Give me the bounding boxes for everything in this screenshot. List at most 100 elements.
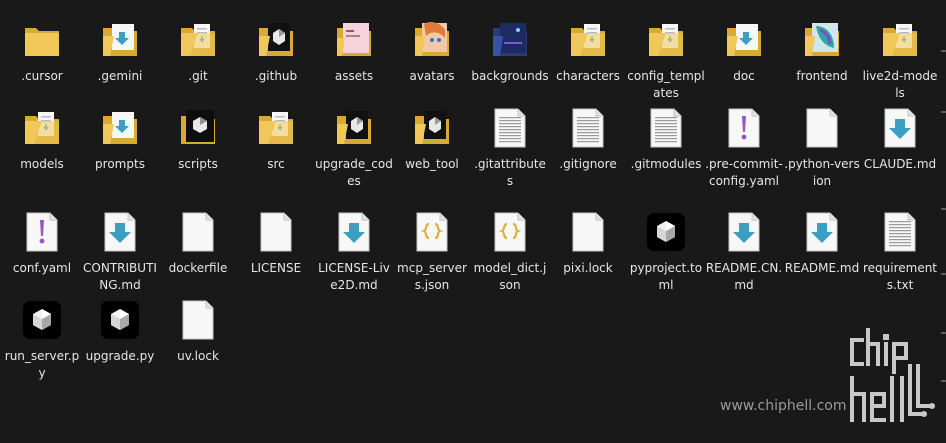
- scroll-edge-mark: [941, 273, 946, 275]
- file-label: .python-version: [784, 157, 860, 188]
- file-item-gitattributes[interactable]: .gitattributes: [471, 92, 549, 188]
- file-label: web_tool: [405, 157, 459, 171]
- file-item-live2d-models[interactable]: live2d-models: [861, 4, 939, 100]
- watermark-url: www.chiphell.com: [720, 398, 847, 414]
- file-item-frontend[interactable]: frontend: [783, 4, 861, 92]
- text-file-icon: [878, 210, 922, 254]
- file-item-assets[interactable]: assets: [315, 4, 393, 92]
- file-item-git[interactable]: .git: [159, 4, 237, 92]
- file-label: prompts: [95, 157, 145, 171]
- file-item-license[interactable]: LICENSE: [237, 196, 315, 284]
- yaml-file-icon: [20, 210, 64, 254]
- scroll-edge-mark: [941, 111, 946, 113]
- file-label: model_dict.json: [473, 261, 547, 292]
- file-item-readme-cn-md[interactable]: README.CN.md: [705, 196, 783, 292]
- folder-docs-icon: [566, 18, 610, 62]
- file-item-pre-commit-config-yaml[interactable]: .pre-commit-config.yaml: [705, 92, 783, 188]
- file-label: conf.yaml: [12, 261, 72, 275]
- file-item-gitignore[interactable]: .gitignore: [549, 92, 627, 180]
- file-label: LICENSE: [250, 261, 302, 275]
- file-label: uv.lock: [177, 349, 219, 363]
- file-item-license-live2d-md[interactable]: LICENSE-Live2D.md: [315, 196, 393, 292]
- file-label: requirements.txt: [862, 261, 938, 292]
- file-item-backgrounds[interactable]: backgrounds: [471, 4, 549, 92]
- folder-docs-icon: [878, 18, 922, 62]
- folder-github-icon: [410, 106, 454, 150]
- app-icon-icon: [98, 298, 142, 342]
- file-item-src[interactable]: src: [237, 92, 315, 180]
- file-label: .gitmodules: [630, 157, 702, 171]
- md-file-icon: [332, 210, 376, 254]
- folder-download-icon: [98, 106, 142, 150]
- file-item-avatars[interactable]: avatars: [393, 4, 471, 92]
- file-item-conf-yaml[interactable]: conf.yaml: [3, 196, 81, 284]
- scroll-edge-mark: [941, 208, 946, 210]
- file-item-run-server-py[interactable]: run_server.py: [3, 284, 81, 380]
- file-item-web-tool[interactable]: web_tool: [393, 92, 471, 180]
- blank-file-icon: [176, 210, 220, 254]
- file-item-dockerfile[interactable]: dockerfile: [159, 196, 237, 284]
- file-item-doc[interactable]: doc: [705, 4, 783, 92]
- file-label: dockerfile: [168, 261, 228, 275]
- scroll-edge-mark: [941, 380, 946, 382]
- file-grid: .cursor .gemini .git .github assets avatars ba…: [0, 0, 946, 443]
- file-label: .git: [188, 69, 208, 83]
- file-item-contributing-md[interactable]: CONTRIBUTING.md: [81, 196, 159, 292]
- text-file-icon: [488, 106, 532, 150]
- file-label: upgrade.py: [85, 349, 155, 363]
- file-label: run_server.py: [4, 349, 80, 380]
- file-item-config-templates[interactable]: config_templates: [627, 4, 705, 100]
- folder-dark-icon: [176, 106, 220, 150]
- file-label: pyproject.toml: [629, 261, 703, 292]
- blank-file-icon: [176, 298, 220, 342]
- file-item-characters[interactable]: characters: [549, 4, 627, 92]
- file-item-python-version[interactable]: .python-version: [783, 92, 861, 188]
- file-item-prompts[interactable]: prompts: [81, 92, 159, 180]
- file-item-gemini[interactable]: .gemini: [81, 4, 159, 92]
- app-icon-icon: [20, 298, 64, 342]
- md-file-icon: [800, 210, 844, 254]
- text-file-icon: [644, 106, 688, 150]
- folder-docs-icon: [644, 18, 688, 62]
- file-item-gitmodules[interactable]: .gitmodules: [627, 92, 705, 180]
- blank-file-icon: [566, 210, 610, 254]
- file-label: .gitattributes: [474, 157, 546, 188]
- file-item-github[interactable]: .github: [237, 4, 315, 92]
- blank-file-icon: [800, 106, 844, 150]
- md-file-icon: [878, 106, 922, 150]
- file-item-mcp-servers-json[interactable]: mcp_servers.json: [393, 196, 471, 292]
- file-label: .github: [254, 69, 298, 83]
- folder-download-icon: [98, 18, 142, 62]
- file-label: README.CN.md: [705, 261, 783, 292]
- file-item-scripts[interactable]: scripts: [159, 92, 237, 180]
- file-label: src: [267, 157, 285, 171]
- file-item-model-dict-json[interactable]: model_dict.json: [471, 196, 549, 292]
- file-item-upgrade-codes[interactable]: upgrade_codes: [315, 92, 393, 188]
- file-item-readme-md[interactable]: README.md: [783, 196, 861, 284]
- file-label: mcp_servers.json: [397, 261, 467, 292]
- file-label: upgrade_codes: [315, 157, 393, 188]
- file-item-cursor[interactable]: .cursor: [3, 4, 81, 92]
- scroll-edge-mark: [941, 50, 946, 52]
- md-file-icon: [722, 210, 766, 254]
- file-item-uv-lock[interactable]: uv.lock: [159, 284, 237, 372]
- json-file-icon: [488, 210, 532, 254]
- file-label: avatars: [409, 69, 455, 83]
- file-item-models[interactable]: models: [3, 92, 81, 180]
- file-item-pixi-lock[interactable]: pixi.lock: [549, 196, 627, 284]
- file-label: CLAUDE.md: [863, 157, 937, 171]
- file-label: scripts: [178, 157, 218, 171]
- folder-teal-icon: [800, 18, 844, 62]
- file-item-pyproject-toml[interactable]: pyproject.toml: [627, 196, 705, 292]
- folder-anime-icon: [410, 18, 454, 62]
- text-file-icon: [566, 106, 610, 150]
- blank-file-icon: [254, 210, 298, 254]
- folder-night-icon: [488, 18, 532, 62]
- file-item-claude-md[interactable]: CLAUDE.md: [861, 92, 939, 180]
- file-item-upgrade-py[interactable]: upgrade.py: [81, 284, 159, 372]
- file-label: .gitignore: [559, 157, 617, 171]
- folder-github-icon: [254, 18, 298, 62]
- file-item-requirements-txt[interactable]: requirements.txt: [861, 196, 939, 292]
- folder-download-icon: [722, 18, 766, 62]
- file-label: assets: [334, 69, 374, 83]
